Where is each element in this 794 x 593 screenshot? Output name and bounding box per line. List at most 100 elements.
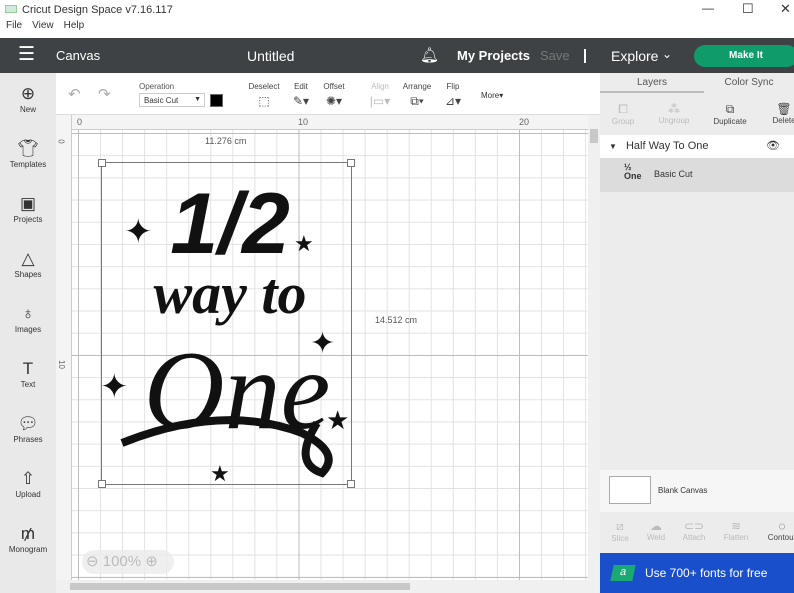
attach-button[interactable]: ⊂⊃ Attach: [678, 516, 710, 542]
ungroup-icon: ⁂: [668, 102, 680, 116]
more-dropdown[interactable]: More▾: [481, 91, 503, 100]
sparkle-icon: ✦: [124, 213, 153, 251]
zoom-control: ⊖ 100% ⊕: [82, 550, 174, 574]
deselect-icon: ⬚: [258, 94, 270, 108]
tab-layers[interactable]: Layers: [600, 73, 704, 93]
maximize-button[interactable]: ☐: [742, 1, 754, 17]
sidebar-item-templates[interactable]: 👕︎ Templates: [0, 138, 56, 169]
horizontal-scrollbar[interactable]: [56, 580, 600, 593]
duplicate-icon: ⧉: [725, 102, 735, 116]
text-icon: T: [22, 359, 34, 378]
contour-button[interactable]: ◌ Contour: [762, 516, 794, 542]
shirt-icon: 👕︎: [17, 139, 39, 158]
sidebar-item-phrases[interactable]: 💬︎ Phrases: [0, 413, 56, 444]
collapse-icon[interactable]: ▼: [609, 142, 617, 151]
color-swatch[interactable]: [210, 94, 223, 107]
arrange-icon: ⧉▾: [410, 94, 424, 108]
app-logo-icon: [5, 5, 17, 13]
flatten-button[interactable]: ≋ Flatten: [720, 516, 752, 542]
sidebar-item-upload[interactable]: ⇧ Upload: [0, 468, 56, 499]
star-icon: ★: [294, 231, 314, 256]
design-line-1: 1/2: [170, 176, 290, 272]
blank-canvas-row[interactable]: Blank Canvas: [600, 470, 794, 512]
title-bar: Cricut Design Space v7.16.117 — ☐ ✕: [0, 0, 794, 20]
layer-group[interactable]: ▼ Half Way To One 👁︎: [600, 135, 794, 158]
weld-icon: ☁: [650, 519, 662, 533]
fonts-promo-banner[interactable]: a Use 700+ fonts for free: [600, 553, 794, 593]
flip-button[interactable]: Flip ⊿▾: [440, 82, 466, 108]
star-icon: ★: [326, 405, 349, 435]
scroll-thumb[interactable]: [590, 129, 598, 143]
operation-label: Operation: [139, 82, 175, 91]
sidebar-item-monogram[interactable]: ₥ Monogram: [0, 523, 56, 554]
my-projects-link[interactable]: My Projects: [457, 48, 530, 63]
menu-view[interactable]: View: [32, 20, 54, 31]
sidebar-item-images[interactable]: ♁ Images: [0, 303, 56, 334]
sidebar-item-projects[interactable]: ▣ Projects: [0, 193, 56, 224]
project-title[interactable]: Untitled: [247, 48, 294, 64]
flatten-icon: ≋: [730, 519, 742, 533]
slice-button[interactable]: ⧄ Slice: [606, 516, 634, 543]
window-title: Cricut Design Space v7.16.117: [22, 4, 173, 16]
align-icon: |▭▾: [369, 94, 391, 108]
offset-button[interactable]: Offset ✺▾: [320, 82, 348, 108]
eye-icon[interactable]: 👁︎: [766, 135, 780, 158]
zoom-in-button[interactable]: ⊕: [145, 553, 158, 570]
redo-icon[interactable]: ↷: [98, 85, 111, 103]
bulb-icon: ♁: [21, 304, 35, 323]
edit-button[interactable]: Edit ✎▾: [288, 82, 314, 108]
blank-canvas-swatch[interactable]: [609, 476, 651, 504]
operation-select[interactable]: Basic Cut ▼: [139, 93, 205, 107]
tab-color-sync[interactable]: Color Sync: [704, 73, 794, 93]
zoom-out-button[interactable]: ⊖: [86, 553, 99, 570]
projects-icon: ▣: [19, 194, 37, 213]
layer-item[interactable]: ½ One Basic Cut: [600, 158, 794, 192]
slice-icon: ⧄: [616, 519, 624, 533]
design-canvas[interactable]: 11.276 cm 14.512 cm 1/2 way to One ✦ ★ ✦…: [72, 130, 588, 580]
menu-bar: File View Help: [0, 20, 794, 38]
monogram-icon: ₥: [20, 524, 36, 543]
design-line-2: way to: [153, 261, 306, 326]
bell-icon[interactable]: 🔔︎: [420, 46, 439, 64]
scroll-thumb[interactable]: [70, 583, 410, 590]
divider: [584, 49, 586, 63]
sidebar-item-shapes[interactable]: △ Shapes: [0, 248, 56, 279]
trash-icon: 🗑︎: [776, 102, 792, 116]
width-dimension: 11.276 cm: [205, 136, 247, 146]
ungroup-button[interactable]: ⁂ Ungroup: [656, 99, 692, 125]
delete-button[interactable]: 🗑︎ Delete: [766, 99, 794, 125]
contour-icon: ◌: [778, 519, 786, 533]
explore-dropdown[interactable]: Explore: [611, 48, 658, 64]
sidebar-item-text[interactable]: T Text: [0, 358, 56, 389]
minimize-button[interactable]: —: [702, 1, 714, 15]
selection-box[interactable]: 1/2 way to One ✦ ★ ✦ ✦ ★ ★: [98, 159, 355, 488]
offset-icon: ✺▾: [325, 94, 343, 108]
zoom-level: 100%: [102, 553, 142, 570]
sparkle-icon: ✦: [102, 368, 129, 406]
menu-help[interactable]: Help: [64, 20, 85, 31]
make-it-button[interactable]: Make It: [694, 45, 794, 67]
menu-file[interactable]: File: [6, 20, 22, 31]
close-button[interactable]: ✕: [780, 1, 791, 17]
design-artwork: 1/2 way to One ✦ ★ ✦ ✦ ★ ★: [102, 176, 349, 486]
ruler-top: 0 10 20: [72, 115, 588, 130]
arrange-button[interactable]: Arrange ⧉▾: [400, 82, 434, 109]
paperclip-icon: ⊂⊃: [683, 519, 705, 533]
weld-button[interactable]: ☁ Weld: [642, 516, 670, 542]
edit-toolbar: ↶ ↷ Operation Basic Cut ▼ Deselect ⬚ Edit ✎…: [56, 73, 600, 115]
upload-icon: ⇧: [20, 469, 36, 488]
duplicate-button[interactable]: ⧉ Duplicate: [710, 99, 750, 126]
undo-icon[interactable]: ↶: [68, 85, 81, 103]
ruler-left: 0 10: [56, 115, 72, 580]
section-title: Canvas: [56, 48, 101, 63]
sidebar-item-new[interactable]: ⊕ New: [0, 83, 56, 114]
save-button[interactable]: Save: [540, 48, 570, 63]
app-header: ☰ Canvas Untitled 🔔︎ My Projects Save Ex…: [0, 38, 794, 73]
hamburger-menu-icon[interactable]: ☰: [18, 45, 35, 64]
vertical-scrollbar[interactable]: [588, 115, 600, 580]
font-badge-icon: a: [610, 565, 636, 581]
align-button[interactable]: Align |▭▾: [366, 82, 394, 108]
deselect-button[interactable]: Deselect ⬚: [246, 82, 282, 108]
group-button[interactable]: ⧠ Group: [608, 99, 638, 126]
plus-circle-icon: ⊕: [20, 84, 36, 103]
